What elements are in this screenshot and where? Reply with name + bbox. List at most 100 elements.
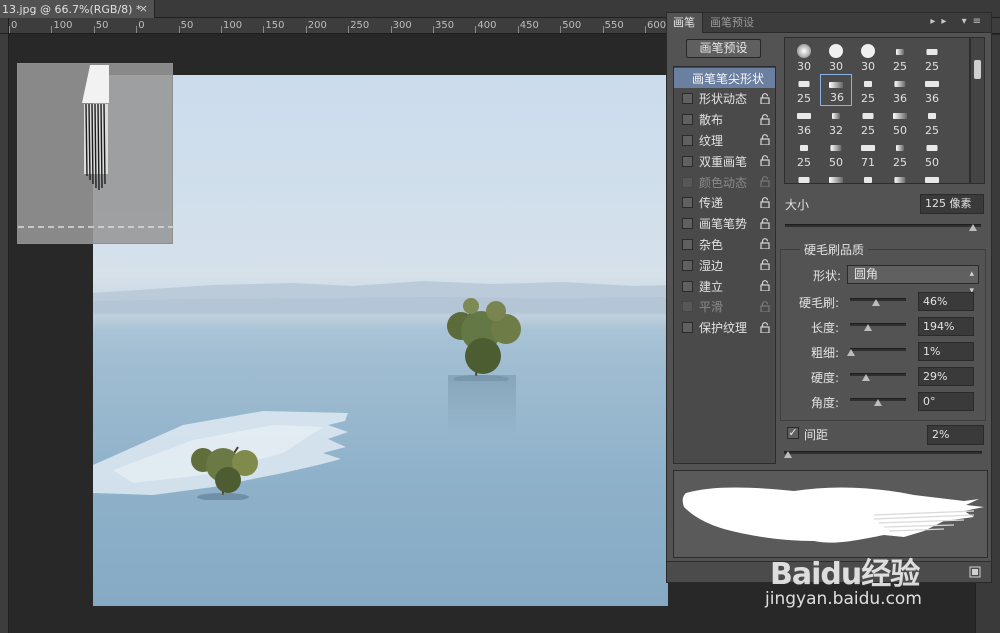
vertical-ruler[interactable] — [0, 34, 9, 633]
brush-tip-cell[interactable]: 25 — [916, 42, 948, 74]
param-slider-thumb[interactable] — [864, 324, 872, 331]
ruler-tick — [179, 26, 180, 34]
brush-option-item[interactable]: 颜色动态 — [674, 172, 775, 192]
brush-tip-cell[interactable]: 30 — [820, 42, 852, 74]
brush-tip-cell[interactable]: 36 — [884, 74, 916, 106]
brush-tip-cell[interactable]: 36 — [820, 74, 852, 106]
brush-tip-cell[interactable]: 50 — [820, 138, 852, 170]
close-icon[interactable]: × — [139, 2, 148, 15]
option-checkbox[interactable] — [682, 218, 693, 229]
shape-select[interactable]: 圆角 ▴▾ — [847, 265, 979, 284]
option-checkbox[interactable] — [682, 156, 693, 167]
option-checkbox[interactable] — [682, 114, 693, 125]
param-slider[interactable] — [850, 348, 906, 351]
brush-tip-cell[interactable] — [916, 170, 948, 184]
option-checkbox[interactable] — [682, 281, 693, 292]
lock-icon[interactable] — [760, 259, 770, 270]
document-tab[interactable]: 13.jpg @ 66.7%(RGB/8) * × — [0, 0, 155, 18]
option-checkbox[interactable] — [682, 239, 693, 250]
lock-icon[interactable] — [760, 322, 770, 333]
lock-icon[interactable] — [760, 114, 770, 125]
param-value-input[interactable]: 46% — [918, 292, 974, 311]
param-value-input[interactable]: 194% — [918, 317, 974, 336]
brush-tip-cell[interactable]: 50 — [916, 138, 948, 170]
image-canvas[interactable] — [93, 75, 668, 606]
param-slider[interactable] — [850, 323, 906, 326]
brush-tip-cell[interactable]: 71 — [852, 138, 884, 170]
param-slider-thumb[interactable] — [872, 299, 880, 306]
param-value-input[interactable]: 1% — [918, 342, 974, 361]
ruler-label: 0 — [11, 20, 17, 31]
tab-brush[interactable]: 画笔 — [667, 13, 703, 33]
spacing-slider[interactable] — [784, 451, 982, 454]
param-value-input[interactable]: 0° — [918, 392, 974, 411]
brush-option-item[interactable]: 湿边 — [674, 255, 775, 275]
param-slider-thumb[interactable] — [862, 374, 870, 381]
param-slider-thumb[interactable] — [847, 349, 855, 356]
brush-tip-cell[interactable] — [884, 170, 916, 184]
brush-option-item[interactable]: 画笔笔势 — [674, 214, 775, 234]
spacing-checkbox[interactable]: ✓ — [787, 427, 799, 439]
lock-icon[interactable] — [760, 280, 770, 291]
brush-tip-cell[interactable]: 25 — [852, 106, 884, 138]
size-slider-thumb[interactable] — [969, 224, 977, 231]
option-checkbox[interactable] — [682, 301, 693, 312]
brush-tip-cell[interactable] — [852, 170, 884, 184]
brush-option-item[interactable]: 形状动态 — [674, 89, 775, 109]
option-checkbox[interactable] — [682, 322, 693, 333]
brush-option-item[interactable]: 纹理 — [674, 130, 775, 150]
param-slider-thumb[interactable] — [874, 399, 882, 406]
brush-tip-cell[interactable]: 32 — [820, 106, 852, 138]
brush-tip-cell[interactable]: 25 — [884, 138, 916, 170]
tab-brush-presets[interactable]: 画笔预设 — [704, 13, 764, 33]
lock-icon[interactable] — [760, 238, 770, 249]
brush-tip-cell[interactable]: 36 — [788, 106, 820, 138]
brush-tip-cell[interactable]: 25 — [916, 106, 948, 138]
size-slider[interactable] — [785, 224, 981, 227]
tip-grid-scrollbar[interactable] — [970, 37, 985, 184]
panel-menu-icon[interactable]: ▸▸ ▾≡ — [930, 16, 987, 27]
lock-icon[interactable] — [760, 218, 770, 229]
lock-icon[interactable] — [760, 134, 770, 145]
option-checkbox[interactable] — [682, 197, 693, 208]
option-checkbox[interactable] — [682, 177, 693, 188]
brush-tip-cell[interactable]: 25 — [884, 42, 916, 74]
brush-option-item[interactable]: 散布 — [674, 110, 775, 130]
brush-tip-cell[interactable]: 30 — [852, 42, 884, 74]
option-checkbox[interactable] — [682, 260, 693, 271]
brush-presets-button[interactable]: 画笔预设 — [686, 39, 761, 58]
brush-tip-cell[interactable]: 25 — [852, 74, 884, 106]
brush-option-item[interactable]: 双重画笔 — [674, 151, 775, 171]
spacing-slider-thumb[interactable] — [784, 451, 792, 458]
brush-option-item[interactable]: 画笔笔尖形状 — [674, 68, 775, 88]
brush-option-item[interactable]: 保护纹理 — [674, 318, 775, 338]
scrollbar-thumb[interactable] — [974, 60, 981, 79]
brush-option-item[interactable]: 传递 — [674, 193, 775, 213]
param-value-input[interactable]: 29% — [918, 367, 974, 386]
lock-icon[interactable] — [760, 301, 770, 312]
brush-option-item[interactable]: 建立 — [674, 276, 775, 296]
lock-icon[interactable] — [760, 176, 770, 187]
spacing-input[interactable]: 2% — [927, 425, 984, 445]
brush-tip-cell[interactable] — [788, 170, 820, 184]
size-input[interactable]: 125 像素 — [920, 194, 984, 214]
brush-tip-cell[interactable] — [820, 170, 852, 184]
brush-tip-cell[interactable]: 50 — [884, 106, 916, 138]
brush-option-item[interactable]: 杂色 — [674, 234, 775, 254]
brush-tip-cell[interactable]: 36 — [916, 74, 948, 106]
ruler-tick — [475, 26, 476, 34]
option-checkbox[interactable] — [682, 93, 693, 104]
brush-tip-cell[interactable]: 30 — [788, 42, 820, 74]
brush-tip-thumbnail — [797, 113, 811, 119]
option-label: 纹理 — [699, 132, 723, 149]
option-checkbox[interactable] — [682, 135, 693, 146]
brush-tip-thumbnail — [829, 177, 843, 183]
lock-icon[interactable] — [760, 155, 770, 166]
brush-tip-cell[interactable]: 25 — [788, 74, 820, 106]
brush-tip-cell[interactable]: 25 — [788, 138, 820, 170]
lock-icon[interactable] — [760, 197, 770, 208]
new-preset-icon[interactable] — [969, 566, 981, 578]
lock-icon[interactable] — [760, 93, 770, 104]
brush-option-item[interactable]: 平滑 — [674, 297, 775, 317]
param-slider[interactable] — [850, 373, 906, 376]
